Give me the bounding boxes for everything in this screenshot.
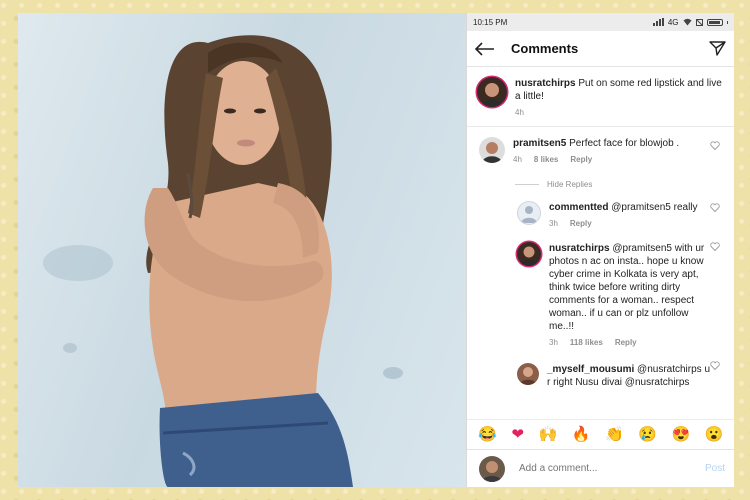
emoji-crying-icon[interactable]: 😢: [638, 427, 657, 442]
avatar[interactable]: [517, 242, 541, 266]
caption-text: nusratchirps Put on some red lipstick an…: [515, 77, 726, 103]
post-caption: nusratchirps Put on some red lipstick an…: [467, 67, 734, 127]
avatar[interactable]: [479, 137, 505, 163]
avatar[interactable]: [517, 201, 541, 225]
avatar-photo-icon: [519, 367, 537, 385]
reply-item: nusratchirps @pramitsen5 with ur photos …: [467, 228, 734, 347]
status-bar: 10:15 PM 4G: [467, 13, 734, 31]
reply-username[interactable]: nusratchirps: [549, 243, 610, 254]
like-heart-icon[interactable]: [710, 242, 720, 251]
reply-time: 3h: [549, 219, 558, 228]
status-time: 10:15 PM: [473, 17, 508, 27]
reply-meta: 3h 118 likes Reply: [549, 338, 710, 347]
comment-username[interactable]: pramitsen5: [513, 138, 566, 149]
signal-icon: [652, 18, 664, 26]
reply-username[interactable]: commentted: [549, 202, 608, 213]
like-heart-icon[interactable]: [710, 141, 720, 150]
battery-tip: [726, 20, 728, 24]
reply-meta: 3h Reply: [549, 219, 710, 228]
no-sim-icon: [695, 18, 703, 26]
back-arrow-icon[interactable]: [475, 41, 495, 56]
comment-body: Perfect face for blowjob .: [569, 138, 680, 149]
avatar-photo-icon: [482, 460, 502, 482]
avatar-photo-icon: [482, 142, 502, 163]
network-type: 4G: [667, 17, 679, 27]
divider-line: [515, 184, 539, 185]
comment-text: pramitsen5 Perfect face for blowjob .: [513, 137, 710, 150]
reply-text: _myself_mousumi @nusratchirps u r right …: [547, 363, 710, 389]
avatar[interactable]: [517, 363, 539, 385]
emoji-heart-eyes-icon[interactable]: 😍: [672, 427, 691, 442]
caption-username[interactable]: nusratchirps: [515, 78, 576, 89]
emoji-fire-icon[interactable]: 🔥: [572, 427, 591, 442]
avatar: [479, 455, 505, 482]
reply-body: @pramitsen5 with ur photos n ac on insta…: [549, 243, 705, 332]
emoji-quick-bar: 😂 ❤ 🙌 🔥 👏 😢 😍 😮: [467, 419, 734, 449]
comment-item: pramitsen5 Perfect face for blowjob . 4h…: [467, 127, 734, 164]
emoji-clapping-icon[interactable]: 👏: [605, 427, 624, 442]
status-icons: 4G: [652, 17, 728, 27]
reply-button[interactable]: Reply: [570, 219, 592, 228]
comment-meta: 4h 8 likes Reply: [513, 155, 710, 164]
emoji-laughing-icon[interactable]: 😂: [478, 427, 497, 442]
page-title: Comments: [511, 41, 579, 56]
comments-header: Comments: [467, 31, 734, 67]
reply-item: _myself_mousumi @nusratchirps u r right …: [467, 347, 734, 389]
add-comment-bar: Post: [467, 449, 734, 487]
reply-body: @pramitsen5 really: [611, 202, 698, 213]
avatar[interactable]: [477, 77, 507, 107]
send-direct-icon[interactable]: [709, 41, 726, 56]
reply-text: nusratchirps @pramitsen5 with ur photos …: [549, 242, 710, 333]
reply-item: commentted @pramitsen5 really 3h Reply: [467, 189, 734, 228]
wifi-icon: [683, 18, 691, 26]
like-heart-icon[interactable]: [710, 203, 720, 212]
reply-likes[interactable]: 118 likes: [570, 338, 603, 347]
post-button[interactable]: Post: [705, 463, 725, 474]
emoji-heart-icon[interactable]: ❤: [512, 427, 525, 442]
comment-input[interactable]: [519, 463, 691, 474]
photo-illustration: [43, 35, 403, 487]
reply-text: commentted @pramitsen5 really: [549, 201, 710, 214]
default-avatar-icon: [521, 206, 537, 223]
battery-icon: [706, 18, 723, 26]
post-photo: [18, 13, 466, 487]
caption-meta: 4h: [515, 108, 726, 117]
comment-time: 4h: [513, 155, 522, 164]
instagram-comments-screen: 10:15 PM 4G Comments nusratchirps Put on…: [466, 13, 734, 487]
like-heart-icon[interactable]: [710, 361, 720, 370]
hide-replies-label: Hide Replies: [547, 180, 593, 189]
comment-likes[interactable]: 8 likes: [534, 155, 558, 164]
caption-time: 4h: [515, 108, 524, 117]
avatar-photo-icon: [520, 246, 538, 266]
reply-button[interactable]: Reply: [615, 338, 637, 347]
reply-button[interactable]: Reply: [570, 155, 592, 164]
reply-time: 3h: [549, 338, 558, 347]
emoji-surprised-icon[interactable]: 😮: [705, 427, 724, 442]
hide-replies-toggle[interactable]: Hide Replies: [515, 180, 734, 189]
reply-username[interactable]: _myself_mousumi: [547, 364, 634, 375]
emoji-raised-hands-icon[interactable]: 🙌: [539, 427, 558, 442]
avatar-photo-icon: [482, 83, 502, 107]
